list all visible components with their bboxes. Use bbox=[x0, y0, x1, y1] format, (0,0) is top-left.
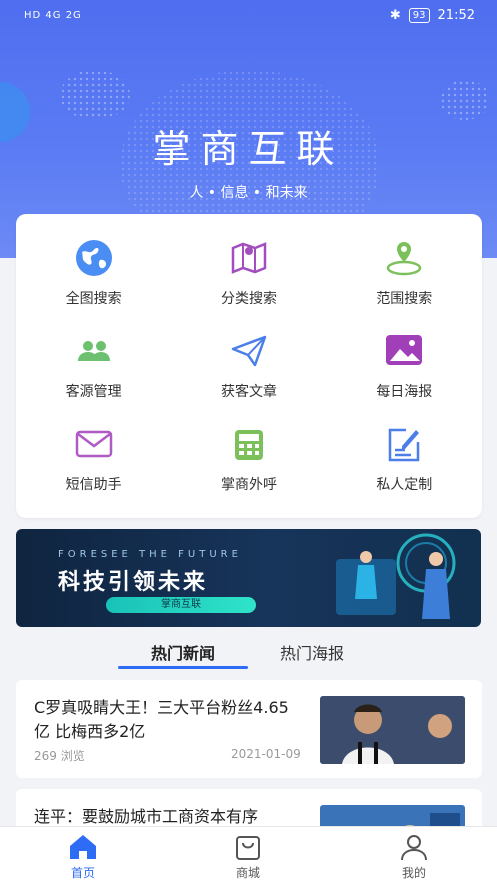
news-date: 2021-01-09 bbox=[231, 747, 301, 761]
envelope-icon bbox=[75, 430, 112, 458]
brand-title: 掌商互联 bbox=[152, 127, 345, 171]
menu-item-label: 全图搜索 bbox=[65, 291, 122, 307]
news-views: 269 浏览 bbox=[34, 749, 85, 763]
menu-item-label: 范围搜索 bbox=[376, 291, 433, 307]
tab-hot-posters[interactable]: 热门海报 bbox=[280, 640, 344, 664]
feature-menu-card: 全图搜索 分类搜索 范围搜索 客源管理 获客文章 每日海报 短信助手 掌商外呼 … bbox=[16, 214, 482, 518]
tab-hot-news[interactable]: 热门新闻 bbox=[118, 640, 248, 669]
menu-item-label: 获客文章 bbox=[220, 384, 277, 400]
globe-icon bbox=[75, 240, 112, 276]
content-tabs: 热门新闻 热门海报 bbox=[0, 640, 497, 670]
brand-slogan: 人 • 信息 • 和未来 bbox=[189, 185, 308, 201]
active-tab-indicator bbox=[118, 666, 248, 669]
signal-indicators: HD 4G 2G bbox=[24, 9, 82, 21]
phone-icon bbox=[234, 430, 263, 460]
bottom-tab-bar: 首页 商城 我的 bbox=[0, 826, 497, 884]
shopping-bag-icon bbox=[236, 836, 260, 860]
tabbar-label: 我的 bbox=[401, 866, 426, 880]
news-thumbnail bbox=[320, 696, 465, 764]
users-icon bbox=[77, 341, 110, 361]
menu-item-label: 掌商外呼 bbox=[220, 477, 277, 493]
status-time: 21:52 bbox=[437, 7, 475, 23]
menu-item-label: 短信助手 bbox=[65, 477, 122, 493]
menu-item-label: 客源管理 bbox=[65, 384, 122, 400]
menu-item-customer-management[interactable]: 客源管理 bbox=[16, 331, 171, 424]
banner-pill: 掌商互联 bbox=[106, 597, 256, 613]
tabbar-label: 商城 bbox=[235, 866, 260, 880]
decorative-dots bbox=[60, 70, 130, 120]
menu-item-outbound-call[interactable]: 掌商外呼 bbox=[171, 424, 326, 517]
menu-item-label: 每日海报 bbox=[376, 384, 433, 400]
home-icon bbox=[70, 835, 96, 859]
location-pin-icon bbox=[387, 242, 422, 276]
menu-item-daily-poster[interactable]: 每日海报 bbox=[327, 331, 482, 424]
bluetooth-icon: ✱ bbox=[389, 7, 401, 23]
tabbar-mall[interactable]: 商城 bbox=[208, 833, 288, 881]
menu-item-range-search[interactable]: 范围搜索 bbox=[327, 238, 482, 331]
menu-item-category-search[interactable]: 分类搜索 bbox=[171, 238, 326, 331]
menu-item-label: 分类搜索 bbox=[220, 291, 277, 307]
map-icon bbox=[231, 242, 267, 274]
banner-illustration bbox=[336, 533, 456, 619]
promo-banner[interactable]: FORESEE THE FUTURE 科技引领未来 掌商互联 bbox=[16, 529, 481, 627]
banner-title: 科技引领未来 bbox=[58, 570, 209, 595]
news-title: C罗真吸睛大王！三大平台粉丝4.65亿 比梅西多2亿 bbox=[34, 698, 289, 741]
banner-subtitle: FORESEE THE FUTURE bbox=[58, 549, 242, 560]
tab-label: 热门海报 bbox=[280, 644, 345, 663]
user-icon bbox=[401, 835, 427, 861]
paper-plane-icon bbox=[231, 335, 267, 367]
menu-item-sms-assistant[interactable]: 短信助手 bbox=[16, 424, 171, 517]
menu-item-custom-service[interactable]: 私人定制 bbox=[327, 424, 482, 517]
status-bar: HD 4G 2G ✱ 93 21:52 bbox=[0, 0, 497, 30]
edit-icon bbox=[389, 428, 420, 462]
image-icon bbox=[386, 335, 423, 365]
tabbar-home[interactable]: 首页 bbox=[43, 833, 123, 881]
decorative-dots bbox=[440, 80, 490, 120]
menu-item-global-search[interactable]: 全图搜索 bbox=[16, 238, 171, 331]
battery-icon: 93 bbox=[408, 7, 430, 23]
tabbar-label: 首页 bbox=[70, 866, 95, 880]
menu-item-label: 私人定制 bbox=[376, 477, 433, 493]
tab-label: 热门新闻 bbox=[150, 644, 215, 663]
news-item[interactable]: C罗真吸睛大王！三大平台粉丝4.65亿 比梅西多2亿 269 浏览 2021-0… bbox=[16, 680, 482, 778]
menu-item-articles[interactable]: 获客文章 bbox=[171, 331, 326, 424]
tabbar-mine[interactable]: 我的 bbox=[374, 833, 454, 881]
